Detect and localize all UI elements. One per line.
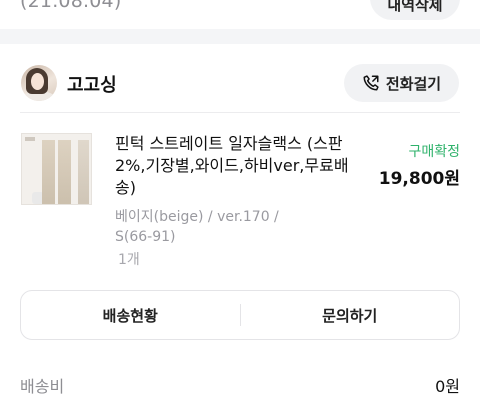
order-card: 고고싱 전화걸기 핀턱 스트레이트 일자슬랙스 (스판2%,기장별,와이드,하비… <box>0 44 480 419</box>
shipping-fee-label: 배송비 <box>20 377 65 396</box>
shipping-fee-value: 0원 <box>435 377 460 396</box>
product-quantity: 1개 <box>118 252 140 268</box>
call-button-label: 전화걸기 <box>385 74 442 93</box>
call-button[interactable]: 전화걸기 <box>344 64 459 102</box>
product-price: 19,800원 <box>378 169 460 189</box>
store-avatar[interactable] <box>21 65 57 101</box>
inquiry-button[interactable]: 문의하기 <box>241 291 460 339</box>
order-actions: 배송현황 문의하기 <box>20 290 460 340</box>
delivery-status-button[interactable]: 배송현황 <box>21 291 240 339</box>
delete-history-button[interactable]: 내역삭제 <box>370 0 460 20</box>
store-name[interactable]: 고고싱 <box>67 71 117 97</box>
previous-order-card: (21.08.04) 내역삭제 <box>0 0 480 29</box>
product-name[interactable]: 핀턱 스트레이트 일자슬랙스 (스판2%,기장별,와이드,하비ver,무료배송) <box>115 133 360 199</box>
order-status-badge: 구매확정 <box>408 144 460 160</box>
divider <box>20 112 460 113</box>
phone-icon <box>363 75 379 91</box>
product-thumbnail[interactable] <box>21 133 92 205</box>
order-date: (21.08.04) <box>20 0 122 12</box>
product-option: 베이지(beige) / ver.170 / S(66-91) <box>115 209 279 245</box>
